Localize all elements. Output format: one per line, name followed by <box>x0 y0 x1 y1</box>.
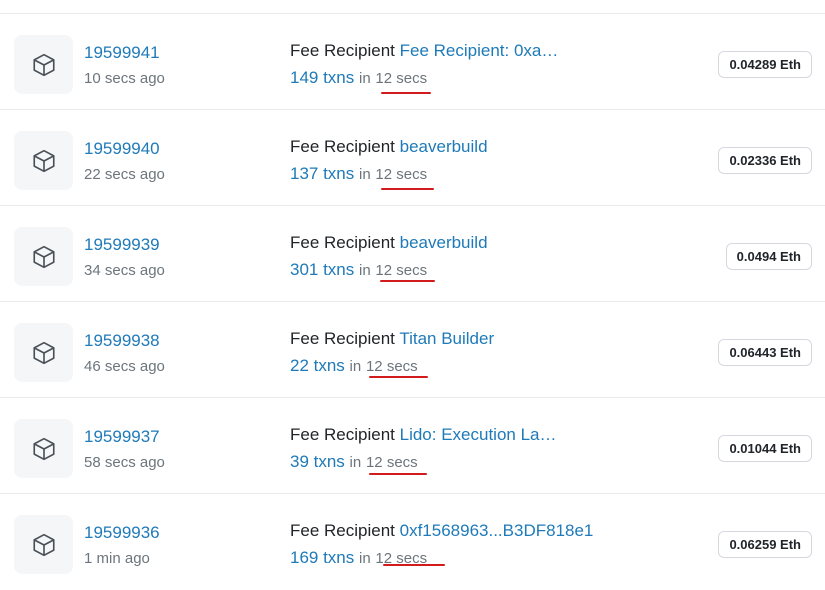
red-underline-annotation <box>381 92 431 94</box>
txn-count-link[interactable]: 39 txns <box>290 452 345 471</box>
block-age: 34 secs ago <box>84 262 165 279</box>
block-row: 19599939 34 secs ago Fee Recipient beave… <box>0 206 825 302</box>
fee-recipient-line: Fee Recipient Titan Builder <box>290 329 494 349</box>
red-underline-annotation <box>383 564 445 566</box>
fee-recipient-link[interactable]: Titan Builder <box>399 329 494 348</box>
cube-icon <box>32 53 55 76</box>
block-duration: 12 secs <box>375 262 428 279</box>
block-age: 1 min ago <box>84 550 150 567</box>
block-icon-box <box>14 323 73 382</box>
fee-recipient-label: Fee Recipient <box>290 41 395 60</box>
fee-recipient-line: Fee Recipient Fee Recipient: 0xa… <box>290 41 558 61</box>
block-reward-badge: 0.06259 Eth <box>718 531 812 558</box>
block-icon-box <box>14 419 73 478</box>
fee-recipient-label: Fee Recipient <box>290 137 395 156</box>
block-number-link[interactable]: 19599937 <box>84 427 160 447</box>
red-underline-annotation <box>381 188 434 190</box>
block-row: 19599937 58 secs ago Fee Recipient Lido:… <box>0 398 825 494</box>
in-label: in <box>359 550 371 567</box>
fee-recipient-label: Fee Recipient <box>290 425 395 444</box>
txn-line: 137 txns in 12 secs <box>290 164 427 184</box>
fee-recipient-link[interactable]: 0xf1568963...B3DF818e1 <box>400 521 594 540</box>
block-reward-badge: 0.06443 Eth <box>718 339 812 366</box>
fee-recipient-link[interactable]: Fee Recipient: 0xa… <box>400 41 559 60</box>
txn-count-link[interactable]: 137 txns <box>290 164 354 183</box>
red-underline-annotation <box>380 280 435 282</box>
txn-count-link[interactable]: 169 txns <box>290 548 354 567</box>
in-label: in <box>359 262 371 279</box>
txn-line: 149 txns in 12 secs <box>290 68 427 88</box>
block-duration: 12 secs <box>375 166 428 183</box>
cube-icon <box>32 149 55 172</box>
block-row: 19599940 22 secs ago Fee Recipient beave… <box>0 110 825 206</box>
block-number-link[interactable]: 19599936 <box>84 523 160 543</box>
red-underline-annotation <box>369 376 428 378</box>
txn-line: 22 txns in 12 secs <box>290 356 418 376</box>
block-reward-badge: 0.02336 Eth <box>718 147 812 174</box>
txn-count-link[interactable]: 301 txns <box>290 260 354 279</box>
fee-recipient-line: Fee Recipient beaverbuild <box>290 137 488 157</box>
block-age: 58 secs ago <box>84 454 165 471</box>
block-row: 19599938 46 secs ago Fee Recipient Titan… <box>0 302 825 398</box>
fee-recipient-label: Fee Recipient <box>290 233 395 252</box>
block-icon-box <box>14 35 73 94</box>
fee-recipient-label: Fee Recipient <box>290 521 395 540</box>
cube-icon <box>32 245 55 268</box>
block-row: 19599936 1 min ago Fee Recipient 0xf1568… <box>0 494 825 590</box>
fee-recipient-line: Fee Recipient 0xf1568963...B3DF818e1 <box>290 521 593 541</box>
txn-line: 301 txns in 12 secs <box>290 260 427 280</box>
red-underline-annotation <box>369 473 427 475</box>
txn-line: 39 txns in 12 secs <box>290 452 418 472</box>
in-label: in <box>359 166 371 183</box>
fee-recipient-line: Fee Recipient Lido: Execution La… <box>290 425 557 445</box>
block-reward-badge: 0.0494 Eth <box>725 243 812 270</box>
block-duration: 12 secs <box>375 70 428 87</box>
block-age: 46 secs ago <box>84 358 165 375</box>
block-icon-box <box>14 131 73 190</box>
block-age: 22 secs ago <box>84 166 165 183</box>
fee-recipient-label: Fee Recipient <box>290 329 395 348</box>
fee-recipient-link[interactable]: beaverbuild <box>400 233 488 252</box>
fee-recipient-line: Fee Recipient beaverbuild <box>290 233 488 253</box>
cube-icon <box>32 437 55 460</box>
fee-recipient-link[interactable]: Lido: Execution La… <box>400 425 557 444</box>
fee-recipient-link[interactable]: beaverbuild <box>400 137 488 156</box>
block-number-link[interactable]: 19599940 <box>84 139 160 159</box>
block-icon-box <box>14 227 73 286</box>
txn-count-link[interactable]: 22 txns <box>290 356 345 375</box>
block-age: 10 secs ago <box>84 70 165 87</box>
block-duration: 12 secs <box>365 358 418 375</box>
block-icon-box <box>14 515 73 574</box>
in-label: in <box>359 70 371 87</box>
txn-count-link[interactable]: 149 txns <box>290 68 354 87</box>
cube-icon <box>32 533 55 556</box>
block-reward-badge: 0.04289 Eth <box>718 51 812 78</box>
in-label: in <box>349 454 362 471</box>
cube-icon <box>32 341 55 364</box>
block-duration: 12 secs <box>365 454 418 471</box>
block-row: 19599941 10 secs ago Fee Recipient Fee R… <box>0 14 825 110</box>
block-number-link[interactable]: 19599941 <box>84 43 160 63</box>
block-number-link[interactable]: 19599939 <box>84 235 160 255</box>
in-label: in <box>349 358 362 375</box>
block-number-link[interactable]: 19599938 <box>84 331 160 351</box>
block-reward-badge: 0.01044 Eth <box>718 435 812 462</box>
